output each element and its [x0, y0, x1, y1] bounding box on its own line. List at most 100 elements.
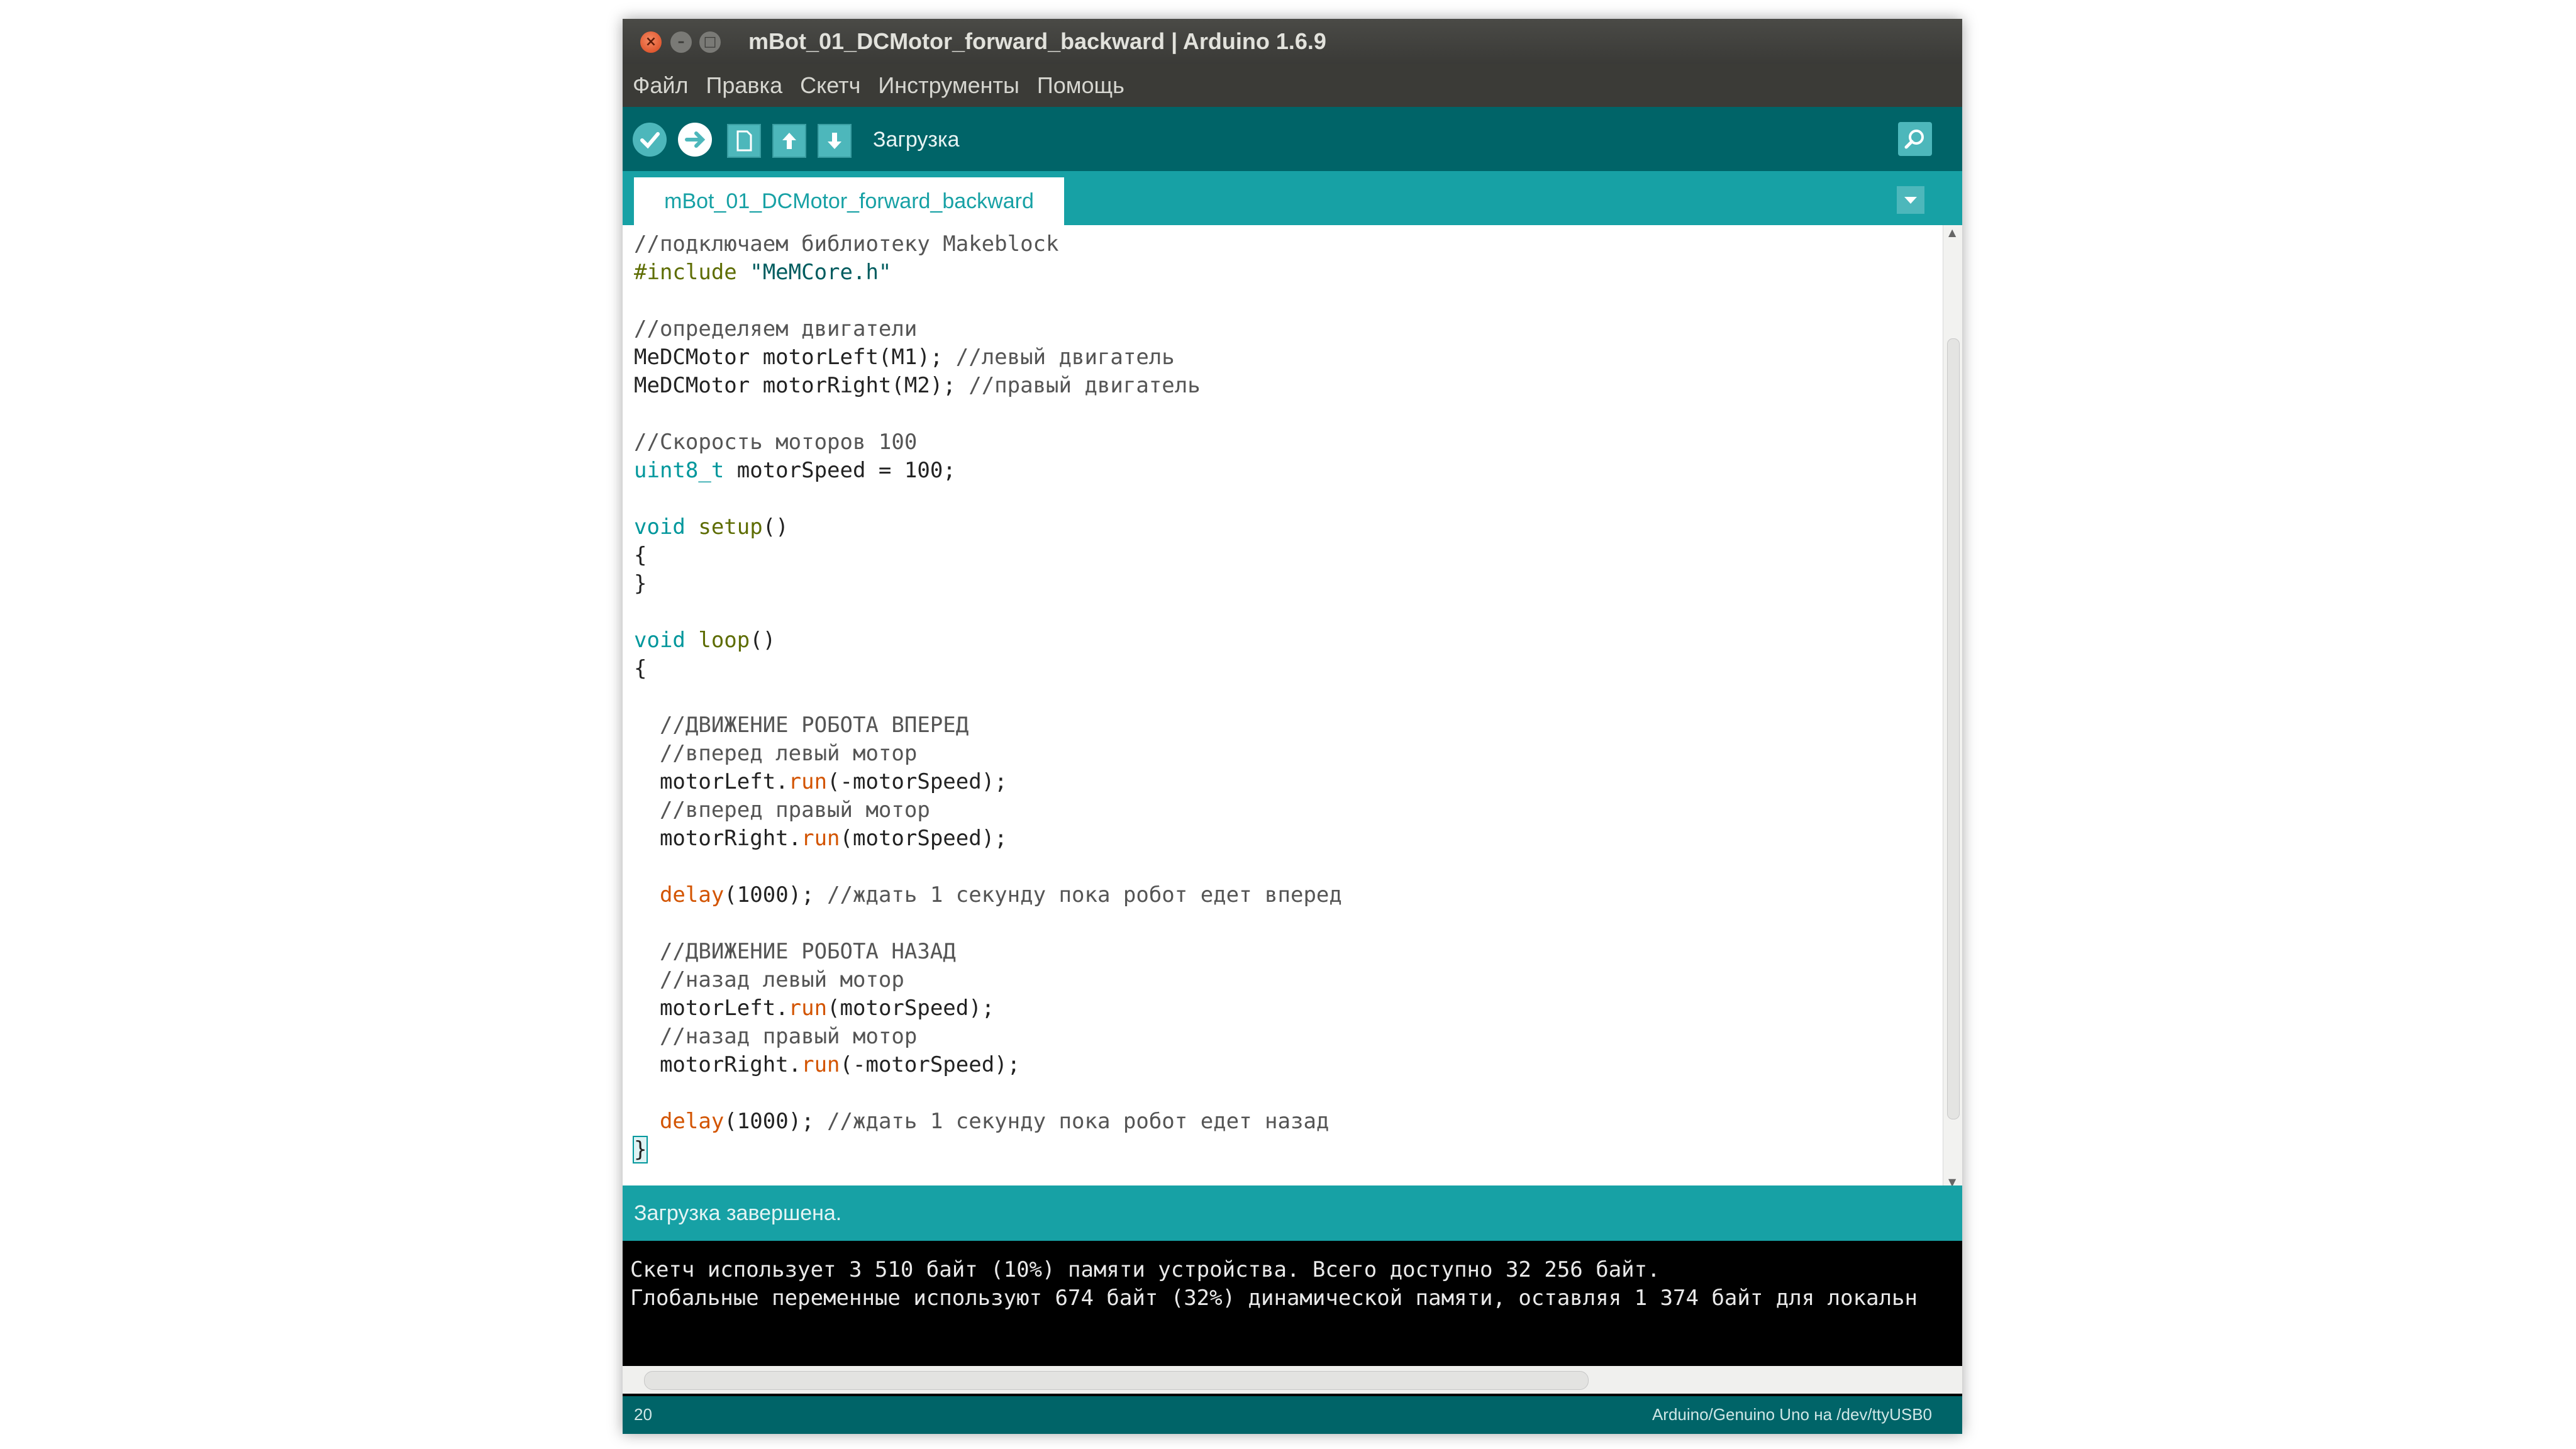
status-message: Загрузка завершена.: [634, 1201, 842, 1225]
open-sketch-button[interactable]: [772, 124, 806, 158]
console-line: Скетч использует 3 510 байт (10%) памяти…: [630, 1257, 1660, 1282]
code-token: }: [632, 1136, 648, 1163]
code-token: (): [762, 514, 789, 540]
chevron-down-icon: [1904, 197, 1917, 204]
code-token: run: [788, 996, 828, 1021]
code-token: (motorSpeed);: [827, 996, 995, 1021]
code-token: //ждать 1 секунду пока робот едет назад: [827, 1109, 1330, 1134]
code-token: MeDCMotor motorRight(M2);: [634, 373, 969, 398]
code-token: uint8_t: [634, 458, 724, 483]
minimize-icon: –: [677, 34, 685, 50]
code-token: motorSpeed = 100;: [724, 458, 956, 483]
code-line: //Скорость моторов 100: [634, 428, 1342, 457]
upload-button[interactable]: [678, 123, 712, 157]
code-token: loop: [685, 628, 750, 653]
code-token: //подключаем библиотеку Makeblock: [634, 231, 1059, 257]
code-token: {: [634, 543, 647, 568]
code-token: (-motorSpeed);: [827, 769, 1008, 794]
code-line: }: [632, 1136, 1342, 1164]
code-token: run: [801, 826, 840, 851]
code-line: MeDCMotor motorLeft(M1); //левый двигате…: [634, 343, 1342, 372]
footer-bar: 20 Arduino/Genuino Uno на /dev/ttyUSB0: [623, 1396, 1962, 1434]
close-window-button[interactable]: ×: [640, 31, 662, 53]
toolbar-hover-label: Загрузка: [873, 128, 960, 152]
console-horizontal-scrollbar[interactable]: [623, 1366, 1962, 1394]
code-token: }: [634, 571, 647, 596]
line-number: 20: [634, 1405, 652, 1424]
code-line: {: [634, 655, 1342, 683]
code-line: motorLeft.run(-motorSpeed);: [634, 768, 1342, 796]
code-line: }: [634, 570, 1342, 598]
scroll-thumb[interactable]: [1947, 338, 1960, 1119]
upload-icon: [685, 131, 706, 148]
code-token: //левый двигатель: [955, 345, 1175, 370]
code-token: run: [801, 1052, 840, 1077]
code-token: void: [634, 628, 686, 653]
serial-monitor-button[interactable]: [1898, 122, 1932, 156]
code-token: (-motorSpeed);: [840, 1052, 1021, 1077]
code-token: delay: [659, 1109, 724, 1134]
code-token: motorLeft.: [634, 769, 789, 794]
code-line: //ДВИЖЕНИЕ РОБОТА НАЗАД: [634, 938, 1342, 966]
code-token: (): [750, 628, 776, 653]
code-line: motorRight.run(motorSpeed);: [634, 824, 1342, 853]
code-line: uint8_t motorSpeed = 100;: [634, 457, 1342, 485]
maximize-window-button[interactable]: □: [699, 31, 721, 53]
editor-vertical-scrollbar[interactable]: ▲ ▼: [1943, 225, 1962, 1194]
verify-button[interactable]: [633, 123, 667, 157]
code-line: //вперед правый мотор: [634, 796, 1342, 824]
save-sketch-button[interactable]: [818, 124, 852, 158]
code-line: //назад правый мотор: [634, 1023, 1342, 1051]
sketch-tab[interactable]: mBot_01_DCMotor_forward_backward: [634, 177, 1064, 225]
menu-sketch[interactable]: Скетч: [790, 64, 868, 107]
code-token: motorLeft.: [634, 996, 789, 1021]
scroll-thumb[interactable]: [644, 1371, 1589, 1390]
code-token: {: [634, 656, 647, 681]
code-token: #include: [634, 260, 737, 285]
code-token: //вперед левый мотор: [634, 741, 918, 766]
save-icon: [828, 133, 841, 149]
code-line: motorLeft.run(motorSpeed);: [634, 994, 1342, 1023]
code-line: //ДВИЖЕНИЕ РОБОТА ВПЕРЕД: [634, 711, 1342, 740]
title-bar: × – □ mBot_01_DCMotor_forward_backward |…: [623, 19, 1962, 64]
new-icon: [736, 130, 752, 152]
code-line: //подключаем библиотеку Makeblock: [634, 230, 1342, 258]
code-token: void: [634, 514, 686, 540]
code-token: (motorSpeed);: [840, 826, 1008, 851]
code-token: //ДВИЖЕНИЕ РОБОТА ВПЕРЕД: [634, 713, 969, 738]
menu-file[interactable]: Файл: [623, 64, 696, 107]
code-line: delay(1000); //ждать 1 секунду пока робо…: [634, 1108, 1342, 1136]
tab-menu-button[interactable]: [1897, 186, 1924, 214]
code-token: (1000);: [724, 1109, 828, 1134]
code-token: (1000);: [724, 882, 828, 908]
code-token: MeDCMotor motorLeft(M1);: [634, 345, 956, 370]
code-line: MeDCMotor motorRight(M2); //правый двига…: [634, 372, 1342, 400]
scroll-up-icon: ▲: [1948, 226, 1957, 238]
menu-tools[interactable]: Инструменты: [868, 64, 1026, 107]
code-line: //назад левый мотор: [634, 966, 1342, 994]
menu-bar: Файл Правка Скетч Инструменты Помощь: [623, 64, 1962, 107]
code-token: motorRight.: [634, 1052, 802, 1077]
code-token: //вперед правый мотор: [634, 797, 930, 823]
code-editor[interactable]: //подключаем библиотеку Makeblock #includ…: [623, 225, 1943, 1194]
code-token: setup: [685, 514, 763, 540]
new-sketch-button[interactable]: [727, 124, 761, 158]
menu-help[interactable]: Помощь: [1027, 64, 1132, 107]
toolbar: Загрузка: [623, 107, 1962, 171]
minimize-window-button[interactable]: –: [670, 31, 692, 53]
verify-icon: [640, 132, 660, 149]
menu-edit[interactable]: Правка: [696, 64, 791, 107]
console-line: Глобальные переменные используют 674 бай…: [630, 1285, 1918, 1311]
code-line: motorRight.run(-motorSpeed);: [634, 1051, 1342, 1079]
code-token: "MeMCore.h": [736, 260, 892, 285]
tab-bar: mBot_01_DCMotor_forward_backward: [623, 171, 1962, 225]
